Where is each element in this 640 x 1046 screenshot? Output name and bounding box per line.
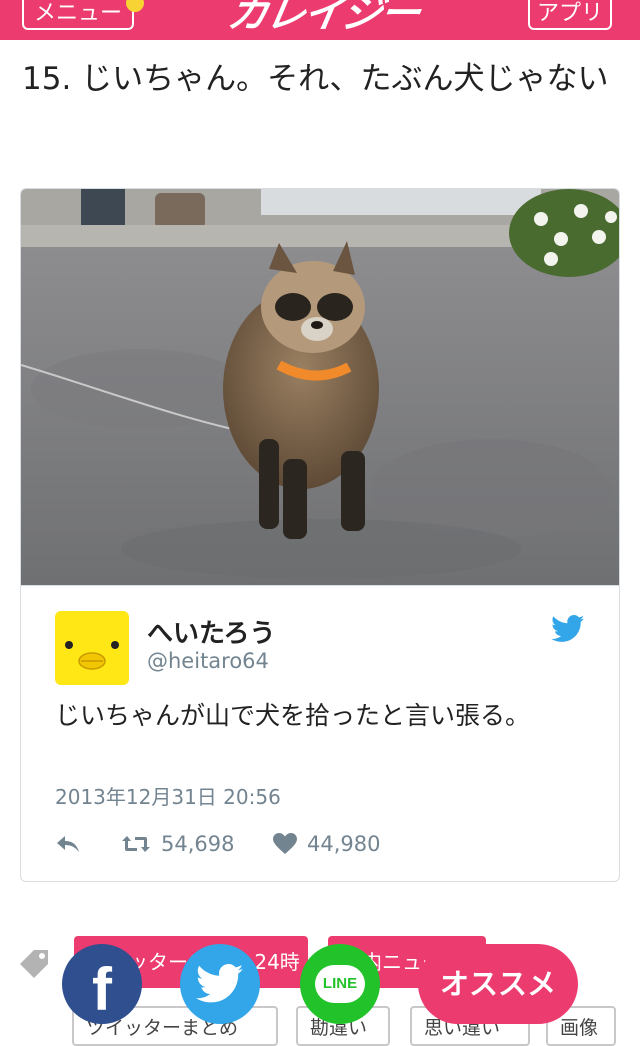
site-header: メニュー カレイジー アプリ [0, 0, 640, 40]
user-handle[interactable]: @heitaro64 [147, 649, 269, 673]
app-button[interactable]: アプリ [528, 0, 612, 30]
retweet-count: 54,698 [161, 832, 235, 856]
heart-icon [273, 833, 297, 854]
reply-icon [57, 836, 79, 852]
twitter-icon [196, 964, 244, 1003]
twitter-share-button[interactable] [180, 944, 260, 1024]
line-icon: LINE [315, 965, 365, 1003]
tweet-actions: 54,698 44,980 [55, 829, 595, 859]
article-heading: 15. じいちゃん。それ、たぶん犬じゃない [22, 61, 609, 97]
notification-dot [126, 0, 144, 12]
tag-icon [20, 950, 48, 978]
retweet-icon [122, 836, 150, 852]
user-avatar[interactable] [55, 611, 129, 685]
recommend-button[interactable]: オススメ [418, 944, 578, 1024]
tweet-timestamp[interactable]: 2013年12月31日 20:56 [55, 781, 281, 810]
tweet-card[interactable]: へいたろう @heitaro64 じいちゃんが山で犬を拾ったと言い張る。 201… [20, 188, 620, 882]
photo-divider [21, 585, 619, 586]
menu-button[interactable]: メニュー [22, 0, 134, 30]
facebook-icon: f [92, 955, 112, 1023]
like-count: 44,980 [307, 832, 381, 856]
line-share-button[interactable]: LINE [300, 944, 380, 1024]
tweet-text: じいちゃんが山で犬を拾ったと言い張る。 [55, 701, 531, 730]
like-button[interactable]: 44,980 [273, 829, 380, 859]
twitter-bird-icon[interactable] [551, 615, 585, 643]
retweet-button[interactable]: 54,698 [121, 829, 234, 859]
site-logo[interactable]: カレイジー [224, 0, 442, 38]
user-display-name[interactable]: へいたろう [147, 613, 275, 650]
tweet-photo[interactable] [21, 189, 619, 585]
facebook-share-button[interactable]: f [62, 944, 142, 1024]
reply-button[interactable] [55, 829, 81, 859]
